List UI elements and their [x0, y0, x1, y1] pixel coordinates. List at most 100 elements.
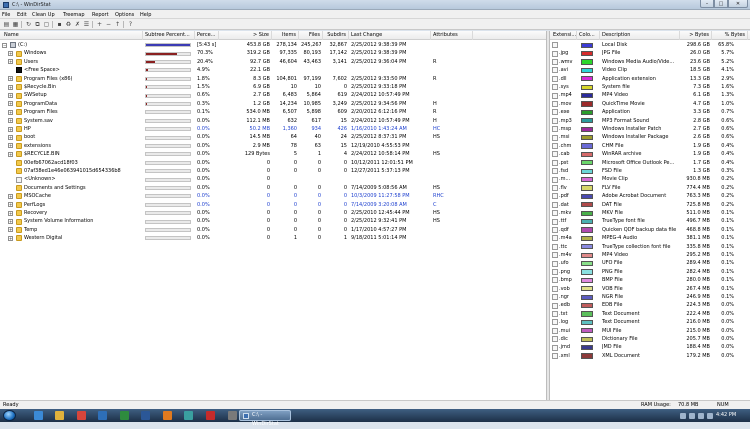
menu-edit[interactable]: Edit: [17, 12, 27, 18]
minimize-button[interactable]: –: [700, 0, 714, 8]
expander-toggle[interactable]: +: [8, 93, 13, 98]
expander-toggle[interactable]: +: [8, 202, 13, 207]
delete-icon[interactable]: ✗: [74, 21, 81, 28]
extension-row[interactable]: .wmvWindows Media Audio/Vide...23.6 GB5.…: [550, 58, 750, 66]
col-color-header[interactable]: Colo...: [577, 31, 600, 40]
extension-row[interactable]: .dllApplication extension13.3 GB2.9%: [550, 75, 750, 83]
extension-row[interactable]: .xmlXML Document179.2 MB0.0%: [550, 352, 750, 360]
tree-row[interactable]: Documents and Settings0.0%00007/14/2009 …: [0, 184, 546, 192]
expander-toggle[interactable]: +: [8, 236, 13, 241]
col-items-header[interactable]: Items: [272, 31, 299, 40]
expander-toggle[interactable]: +: [8, 152, 13, 157]
tree-row[interactable]: +Recovery0.0%00002/25/2010 12:45:44 PMHS: [0, 209, 546, 217]
extension-list-pane[interactable]: Extensi...Colo...Description> Bytes% Byt…: [550, 31, 750, 400]
expander-toggle[interactable]: +: [8, 101, 13, 106]
extension-row[interactable]: .ngrNGR File246.9 MB0.1%: [550, 293, 750, 301]
extension-row[interactable]: .qdfQuicken QDF backup data file468.8 MB…: [550, 226, 750, 234]
word-icon[interactable]: [141, 411, 150, 420]
extension-row[interactable]: .jpgJPG File26.0 GB5.7%: [550, 49, 750, 57]
flag-icon[interactable]: [707, 413, 713, 419]
expander-toggle[interactable]: +: [8, 51, 13, 56]
extension-row[interactable]: .vobVOB File267.4 MB0.1%: [550, 285, 750, 293]
delete-recycle-icon[interactable]: ♻: [65, 21, 72, 28]
expander-toggle[interactable]: +: [8, 194, 13, 199]
tree-row[interactable]: +Program Files0.1%534.0 MB6,5075,8986092…: [0, 108, 546, 116]
start-button[interactable]: [3, 410, 16, 421]
extension-row[interactable]: .mp3MP3 Format Sound2.8 GB0.6%: [550, 117, 750, 125]
extension-row[interactable]: .ttfTrueType font file496.7 MB0.1%: [550, 217, 750, 225]
tree-row[interactable]: +SWSetup0.6%2.7 GB6,4835,8646192/24/2012…: [0, 91, 546, 99]
col-percent-header[interactable]: Perce...: [195, 31, 219, 40]
title-bar[interactable]: C:\ - WinDirStat – □ ✕: [0, 0, 750, 10]
expander-toggle[interactable]: +: [8, 143, 13, 148]
tree-row[interactable]: +System.sav0.0%112.1 MB632617152/24/2012…: [0, 117, 546, 125]
select-parent-icon[interactable]: ↑: [114, 21, 121, 28]
photo-icon[interactable]: [184, 411, 193, 420]
tree-row[interactable]: +Western Digital0.0%01019/18/2011 5:01:1…: [0, 234, 546, 242]
extension-row[interactable]: .edbEDB File224.3 MB0.0%: [550, 301, 750, 309]
extension-row[interactable]: .exeApplication3.3 GB0.7%: [550, 108, 750, 116]
tree-row[interactable]: <Unknown>0.0%0: [0, 175, 546, 183]
menu-treemap[interactable]: Treemap: [63, 12, 85, 18]
network-icon[interactable]: [680, 413, 686, 419]
extension-row[interactable]: .fsdFSD File1.3 GB0.3%: [550, 167, 750, 175]
menu-options[interactable]: Options: [115, 12, 134, 18]
extension-row[interactable]: .movQuickTime Movie4.7 GB1.0%: [550, 100, 750, 108]
taskbar-windirstat-button[interactable]: C:\ - WinDirStat: [239, 410, 291, 421]
save-icon[interactable]: ▦: [12, 21, 19, 28]
tree-row[interactable]: +HP0.0%50.2 MB1,3609344261/16/2010 1:43:…: [0, 125, 546, 133]
tree-row[interactable]: +Windows70.3%319.2 GB97,33580,19317,1422…: [0, 49, 546, 57]
extension-row[interactable]: .m4vMP4 Video295.2 MB0.1%: [550, 251, 750, 259]
extension-row[interactable]: .flvFLV File774.4 MB0.2%: [550, 184, 750, 192]
extension-row[interactable]: .aviVideo Clip18.5 GB4.1%: [550, 66, 750, 74]
extension-row[interactable]: .dicDictionary File205.7 MB0.0%: [550, 335, 750, 343]
tree-row[interactable]: 07af38ed1e46e063941015d654336b80.0%00001…: [0, 167, 546, 175]
tree-row[interactable]: +boot0.0%14.5 MB6440242/25/2012 8:37:31 …: [0, 133, 546, 141]
extension-row[interactable]: .mspWindows Installer Patch2.7 GB0.6%: [550, 125, 750, 133]
extension-row[interactable]: .msiWindows Installer Package2.6 GB0.6%: [550, 133, 750, 141]
outlook-icon[interactable]: [98, 411, 107, 420]
extension-row[interactable]: .mkvMKV File511.0 MB0.1%: [550, 209, 750, 217]
col-percent-bytes-header[interactable]: % Bytes: [712, 31, 748, 40]
help-icon[interactable]: ?: [127, 21, 134, 28]
extension-row[interactable]: .txtText Document222.4 MB0.0%: [550, 310, 750, 318]
extension-row[interactable]: .logText Document216.0 MB0.0%: [550, 318, 750, 326]
expander-toggle[interactable]: +: [8, 85, 13, 90]
col-files-header[interactable]: Files: [299, 31, 323, 40]
chrome-icon[interactable]: [77, 411, 86, 420]
extension-row[interactable]: .pstMicrosoft Office Outlook Pe...1.7 GB…: [550, 159, 750, 167]
tool-icon[interactable]: [228, 411, 237, 420]
excel-icon[interactable]: [120, 411, 129, 420]
tree-row[interactable]: +ProgramData0.3%1.2 GB14,23410,9853,2492…: [0, 100, 546, 108]
volume-icon[interactable]: [689, 413, 695, 419]
expander-toggle[interactable]: +: [8, 59, 13, 64]
tree-row[interactable]: +Program Files (x86)1.8%8.3 GB104,80197,…: [0, 75, 546, 83]
close-button[interactable]: ✕: [728, 0, 748, 8]
col-size-header[interactable]: > Size: [219, 31, 272, 40]
zoom-out-icon[interactable]: −: [105, 21, 112, 28]
extension-row[interactable]: .bmpBMP File280.0 MB0.1%: [550, 276, 750, 284]
expander-toggle[interactable]: +: [8, 118, 13, 123]
tree-row[interactable]: −(C:)[5:43 s]453.8 GB278,134245,26732,86…: [0, 41, 546, 49]
explorer-icon[interactable]: ▢: [43, 21, 50, 28]
col-attributes-header[interactable]: Attributes: [431, 31, 473, 40]
expander-toggle[interactable]: +: [8, 76, 13, 81]
tree-row[interactable]: <Free Space>4.9%22.1 GB: [0, 66, 546, 74]
col-subdirs-header[interactable]: Subdirs: [323, 31, 349, 40]
open-icon[interactable]: ▤: [3, 21, 10, 28]
col-extension-header[interactable]: Extensi...: [551, 31, 577, 40]
ie-icon[interactable]: [34, 411, 43, 420]
tree-row[interactable]: +MSOCache0.0%000010/3/2009 11:27:58 PMRH…: [0, 192, 546, 200]
properties-icon[interactable]: ☰: [83, 21, 90, 28]
extension-row[interactable]: .pngPNG File282.4 MB0.1%: [550, 268, 750, 276]
extension-row[interactable]: .ttcTrueType collection font file335.8 M…: [550, 243, 750, 251]
extension-row[interactable]: .jmdJMD File188.4 MB0.0%: [550, 343, 750, 351]
expander-toggle[interactable]: +: [8, 135, 13, 140]
menu-clean-up[interactable]: Clean Up: [32, 12, 55, 18]
extension-row[interactable]: .pdfAdobe Acrobat Document763.3 MB0.2%: [550, 192, 750, 200]
expander-toggle[interactable]: +: [8, 227, 13, 232]
quicken-icon[interactable]: [206, 411, 215, 420]
extension-row[interactable]: .datDAT File725.8 MB0.2%: [550, 201, 750, 209]
maximize-button[interactable]: □: [714, 0, 728, 8]
extension-row[interactable]: .cabWinRAR archive1.9 GB0.4%: [550, 150, 750, 158]
